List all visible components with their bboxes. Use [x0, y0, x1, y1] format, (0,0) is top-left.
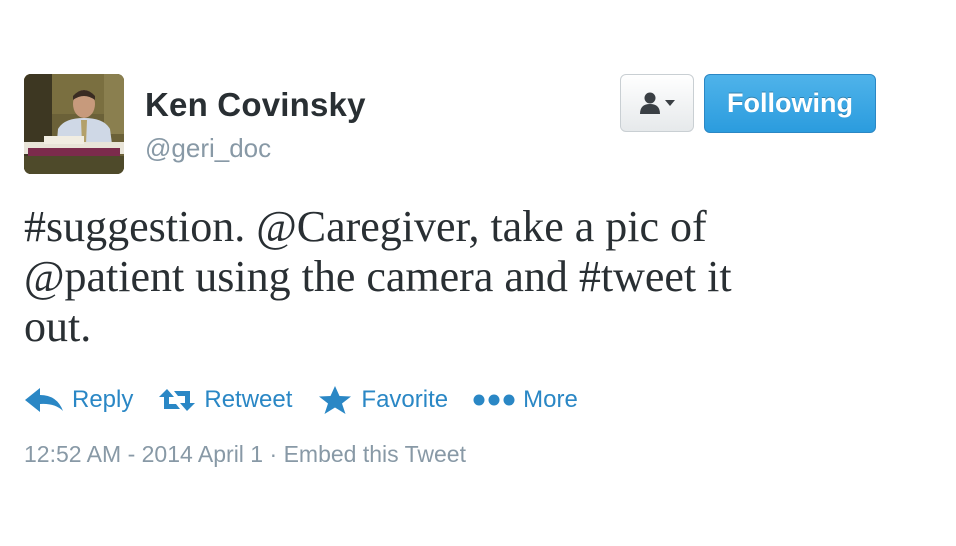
user-icon	[640, 92, 660, 114]
profile-photo-icon	[24, 74, 124, 174]
favorite-action[interactable]: Favorite	[317, 385, 448, 415]
tweet-meta: 12:52 AM - 2014 April 1 · Embed this Twe…	[24, 441, 466, 468]
tweet-timestamp[interactable]: 12:52 AM - 2014 April 1	[24, 441, 263, 467]
star-icon	[317, 385, 353, 415]
reply-action[interactable]: Reply	[24, 386, 133, 414]
more-label: More	[523, 386, 578, 413]
retweet-icon	[158, 387, 196, 413]
reply-label: Reply	[72, 386, 134, 413]
embed-tweet-link[interactable]: Embed this Tweet	[284, 441, 466, 467]
author-name[interactable]: Ken Covinsky	[145, 86, 366, 124]
retweet-action[interactable]: Retweet	[158, 386, 292, 414]
caret-down-icon	[665, 100, 675, 106]
more-action[interactable]: More	[473, 386, 578, 414]
tweet-actions: Reply Retweet Favorite More	[24, 380, 603, 420]
favorite-label: Favorite	[361, 386, 449, 413]
tweet-text-line: out.	[24, 302, 92, 351]
tweet-text: #suggestion. @Caregiver, take a pic of @…	[24, 202, 904, 352]
author-avatar[interactable]	[24, 74, 124, 174]
tweet-card: Ken Covinsky @geri_doc Following #sugges…	[0, 0, 956, 546]
user-actions-dropdown[interactable]	[620, 74, 694, 132]
tweet-text-line: #suggestion. @Caregiver, take a pic of	[24, 202, 707, 251]
retweet-label: Retweet	[204, 386, 293, 413]
more-dots-icon	[473, 393, 515, 407]
meta-separator: ·	[269, 441, 278, 467]
following-button[interactable]: Following	[704, 74, 876, 133]
author-handle[interactable]: @geri_doc	[145, 133, 271, 164]
reply-icon	[24, 387, 64, 413]
tweet-text-line: @patient using the camera and #tweet it	[24, 252, 732, 301]
